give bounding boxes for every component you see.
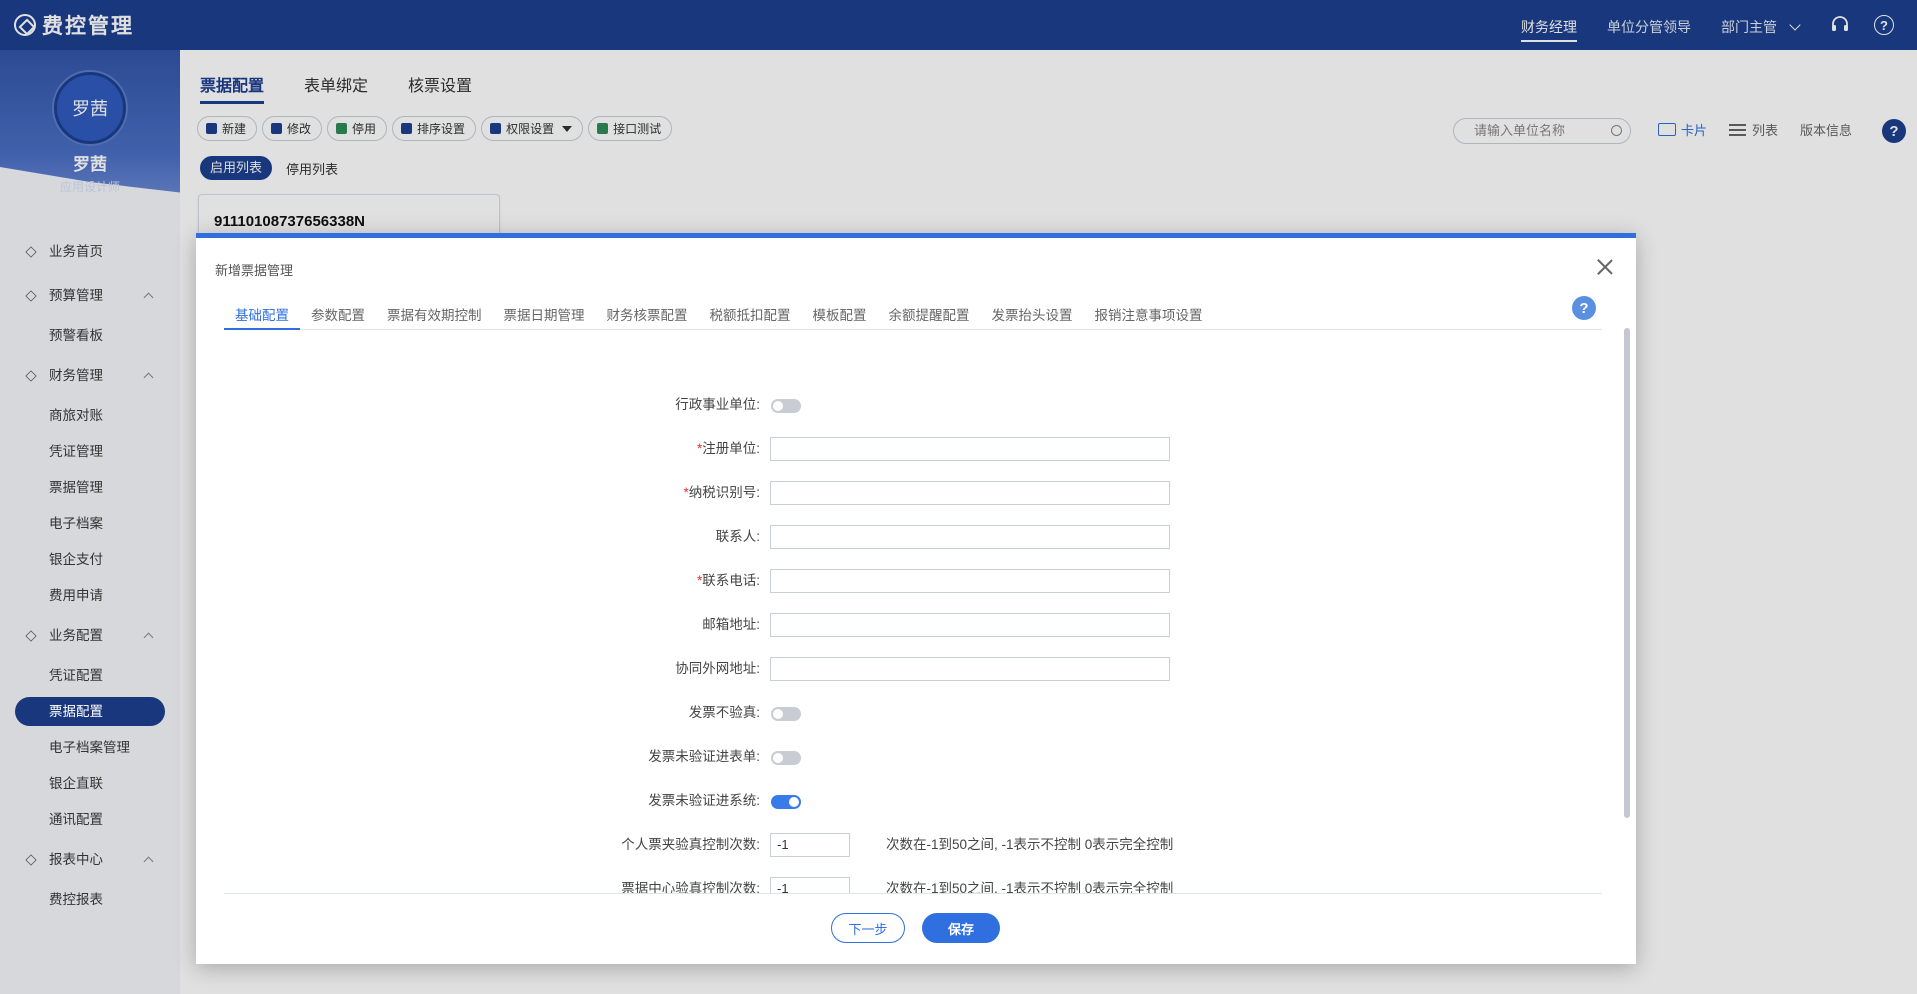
field-label: 行政事业单位: (675, 392, 760, 418)
label-text: 发票未验证进系统: (648, 793, 760, 808)
sidebar-item-label: 商旅对账 (49, 408, 103, 423)
sidebar-item-label: 预警看板 (49, 328, 103, 343)
sidebar-item-label: 凭证管理 (49, 444, 103, 459)
sidebar-item-label: 预算管理 (49, 288, 103, 303)
label-text: 纳税识别号: (688, 485, 760, 500)
label-text: 注册单位: (702, 441, 760, 456)
label-text: 行政事业单位: (675, 397, 760, 412)
next-step-button[interactable]: 下一步 (831, 913, 905, 943)
form-row: 邮箱地址: (196, 612, 1636, 638)
admin-unit-toggle[interactable] (771, 399, 801, 413)
label-text: 个人票夹验真控制次数: (621, 837, 760, 852)
label-text: 发票不验真: (688, 705, 760, 720)
sidebar-item-label: 票据配置 (49, 704, 103, 719)
label-text: 协同外网地址: (675, 661, 760, 676)
form-row: *注册单位: (196, 436, 1636, 462)
sidebar-item-label: 电子档案管理 (49, 740, 130, 755)
personal-verify-count-field[interactable]: -1 (770, 833, 850, 857)
label-text: 发票未验证进表单: (648, 749, 760, 764)
field-hint: 次数在-1到50之间, -1表示不控制 0表示完全控制 (886, 837, 1174, 852)
label-text: 邮箱地址: (702, 617, 760, 632)
save-button[interactable]: 保存 (922, 913, 1000, 943)
tax-id-field[interactable] (770, 481, 1170, 505)
field-label: 发票不验真: (689, 700, 760, 726)
field-label: 联系人: (716, 524, 760, 550)
field-label: *联系电话: (697, 568, 760, 594)
form-row: 发票未验证进表单: (196, 744, 1636, 770)
sidebar-item-label: 费控报表 (49, 892, 103, 907)
collab-url-field[interactable] (770, 657, 1170, 681)
sidebar-item-label: 报表中心 (49, 852, 103, 867)
registered-unit-field[interactable] (770, 437, 1170, 461)
label-text: 联系电话: (702, 573, 760, 588)
dialog-scrollbar[interactable] (1624, 328, 1630, 818)
field-label: 个人票夹验真控制次数: (621, 832, 760, 858)
sidebar-item-label: 票据管理 (49, 480, 103, 495)
email-field[interactable] (770, 613, 1170, 637)
field-label: 票据中心验真控制次数: (621, 876, 760, 893)
unverified-to-form-toggle[interactable] (771, 751, 801, 765)
label-text: 票据中心验真控制次数: (621, 881, 760, 893)
sidebar-item-label: 财务管理 (49, 368, 103, 383)
sidebar-item-label: 银企直联 (49, 776, 103, 791)
field-hint: 次数在-1到50之间, -1表示不控制 0表示完全控制 (886, 881, 1174, 893)
form-row: 发票未验证进系统: (196, 788, 1636, 814)
field-label: *注册单位: (697, 436, 760, 462)
sidebar-item-label: 业务首页 (49, 244, 103, 259)
contact-person-field[interactable] (770, 525, 1170, 549)
divider (224, 893, 1602, 894)
form-row: 联系人: (196, 524, 1636, 550)
form-row: *联系电话: (196, 568, 1636, 594)
sidebar-item-label: 业务配置 (49, 628, 103, 643)
unverified-to-system-toggle[interactable] (771, 795, 801, 809)
sidebar-item-label: 通讯配置 (49, 812, 103, 827)
form-row: 票据中心验真控制次数: -1 次数在-1到50之间, -1表示不控制 0表示完全… (196, 876, 1636, 893)
form-row: 行政事业单位: (196, 392, 1636, 418)
field-label: 发票未验证进表单: (648, 744, 760, 770)
form-row: 发票不验真: (196, 700, 1636, 726)
field-label: 邮箱地址: (702, 612, 760, 638)
sidebar-item-label: 电子档案 (49, 516, 103, 531)
field-label: 发票未验证进系统: (648, 788, 760, 814)
form-row: 协同外网地址: (196, 656, 1636, 682)
sidebar-item-label: 银企支付 (49, 552, 103, 567)
form-row: *纳税识别号: (196, 480, 1636, 506)
skip-verify-toggle[interactable] (771, 707, 801, 721)
sidebar-item-label: 费用申请 (49, 588, 103, 603)
contact-phone-field[interactable] (770, 569, 1170, 593)
form-row: 个人票夹验真控制次数: -1 次数在-1到50之间, -1表示不控制 0表示完全… (196, 832, 1636, 858)
new-invoice-dialog: 新增票据管理 基础配置 参数配置 票据有效期控制 票据日期管理 财务核票配置 税… (196, 233, 1636, 964)
sidebar-item-label: 凭证配置 (49, 668, 103, 683)
center-verify-count-field[interactable]: -1 (770, 877, 850, 893)
label-text: 联系人: (715, 529, 760, 544)
basic-config-form: 行政事业单位: *注册单位: *纳税识别号: 联系人: *联系电话: 邮箱地址:… (196, 238, 1636, 893)
field-label: 协同外网地址: (675, 656, 760, 682)
field-label: *纳税识别号: (683, 480, 760, 506)
